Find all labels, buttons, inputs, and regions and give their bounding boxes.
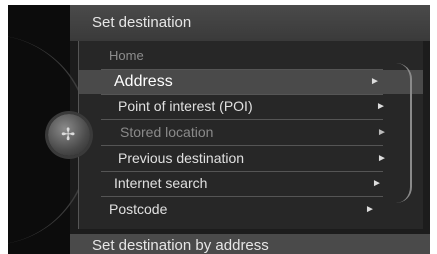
destination-menu: Home Address ► Point of interest (POI) ►… [78, 41, 423, 229]
menu-item-home[interactable]: Home [79, 45, 423, 69]
menu-item-internet-search[interactable]: Internet search ► [79, 172, 423, 196]
nav-screen: Set destination Home Address ► Point of … [8, 5, 430, 254]
footer-hint: Set destination by address [92, 237, 269, 254]
chevron-right-icon: ► [377, 153, 387, 164]
divider [101, 196, 383, 197]
menu-item-label: Previous destination [118, 150, 245, 166]
chevron-right-icon: ► [376, 101, 386, 112]
menu-item-label: Postcode [109, 201, 168, 217]
menu-item-postcode[interactable]: Postcode ► [79, 198, 423, 222]
menu-item-label: Internet search [114, 175, 208, 191]
chevron-right-icon: ► [370, 76, 380, 87]
menu-item-label: Point of interest (POI) [118, 98, 253, 114]
chevron-right-icon: ► [377, 127, 387, 138]
menu-item-label: Address [114, 73, 173, 90]
chevron-right-icon: ► [365, 204, 375, 215]
page-title: Set destination [92, 14, 192, 31]
nav-knob[interactable]: ✢ [48, 114, 90, 156]
menu-item-stored-location[interactable]: Stored location ► [79, 121, 423, 145]
divider [101, 119, 383, 120]
compass-icon: ✢ [61, 125, 76, 144]
scroll-indicator [396, 63, 412, 203]
menu-item-label: Stored location [120, 124, 214, 140]
footer-bar: Set destination by address [70, 234, 430, 254]
menu-item-poi[interactable]: Point of interest (POI) ► [79, 95, 423, 119]
divider [101, 145, 383, 146]
menu-item-previous-destination[interactable]: Previous destination ► [79, 147, 423, 171]
menu-item-label: Home [109, 48, 144, 63]
chevron-right-icon: ► [372, 178, 382, 189]
menu-item-address[interactable]: Address ► [79, 70, 423, 94]
header-bar: Set destination [70, 5, 430, 41]
